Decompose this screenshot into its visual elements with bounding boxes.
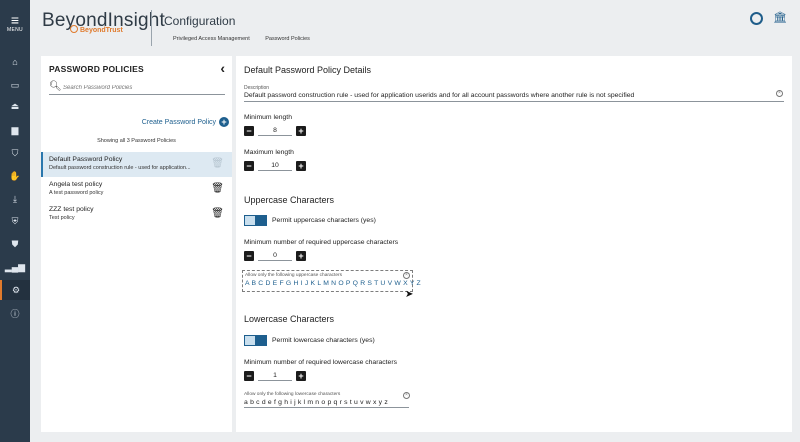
page-title: Configuration <box>164 14 236 28</box>
panel-title: PASSWORD POLICIES <box>49 64 144 74</box>
details-title: Default Password Policy Details <box>244 65 372 75</box>
description-field[interactable]: Default password construction rule - use… <box>244 92 784 102</box>
mouse-cursor-icon: ➤ <box>405 289 414 300</box>
hamburger-icon: ≡ <box>10 12 20 28</box>
toggle-knob <box>255 216 266 225</box>
lowercase-min-stepper: − 1 + <box>244 371 306 381</box>
uppercase-allowed-label: Allow only the following uppercase chara… <box>245 273 343 278</box>
eject-icon[interactable]: ⏏ <box>0 96 30 116</box>
increment-button[interactable]: + <box>296 251 306 261</box>
user-icon[interactable] <box>750 12 763 25</box>
toggle-knob <box>255 336 266 345</box>
clear-icon[interactable]: × <box>403 272 410 279</box>
uppercase-toggle[interactable]: Permit uppercase characters (yes) <box>244 215 376 226</box>
create-password-policy-button[interactable]: Create Password Policy + <box>142 117 229 127</box>
clear-icon[interactable]: × <box>403 392 410 399</box>
list-item[interactable]: ZZZ test policy Test policy 🗑 <box>41 202 232 227</box>
trash-icon[interactable]: 🗑 <box>211 208 224 219</box>
toggle-track <box>244 215 267 226</box>
collapse-chevron-icon[interactable]: ‹ <box>220 60 225 76</box>
search-icon: 🔍︎ <box>49 81 62 92</box>
uppercase-min-label: Minimum number of required uppercase cha… <box>244 239 399 246</box>
increment-button[interactable]: + <box>296 126 306 136</box>
policy-list: Default Password Policy Default password… <box>41 152 232 227</box>
create-policy-label: Create Password Policy <box>141 118 216 126</box>
breadcrumb: Privileged Access Management Password Po… <box>173 36 324 42</box>
uppercase-min-stepper: − 0 + <box>244 251 306 261</box>
policy-count-text: Showing all 3 Password Policies <box>97 138 176 144</box>
lowercase-section-title: Lowercase Characters <box>244 314 335 324</box>
increment-button[interactable]: + <box>296 161 306 171</box>
shield-list-icon[interactable]: ⛉ <box>0 143 30 163</box>
shield-icon[interactable]: ⛨ <box>0 211 30 231</box>
app-header: BeyondInsight BeyondTrust Configuration … <box>30 0 800 55</box>
bank-icon[interactable]: 🏛 <box>773 12 787 25</box>
configuration-icon[interactable]: ⚙ <box>0 280 30 300</box>
beyondtrust-logo-icon <box>70 25 78 33</box>
decrement-button[interactable]: − <box>244 126 254 136</box>
menu-button[interactable]: ≡ MENU <box>0 12 30 33</box>
search-input[interactable] <box>63 82 223 94</box>
uppercase-allowed-chars: A B C D E F G H I J K L M N O P Q R S T … <box>245 280 421 287</box>
policy-name: Angela test policy <box>49 181 103 188</box>
min-length-label: Minimum length <box>244 114 292 121</box>
list-item[interactable]: Angela test policy A test password polic… <box>41 177 232 202</box>
lowercase-allowed-label: Allow only the following lowercase chara… <box>244 392 341 397</box>
uppercase-min-input[interactable]: 0 <box>258 251 292 261</box>
menu-label: MENU <box>7 27 23 33</box>
header-divider <box>151 10 152 46</box>
uppercase-allowed-field[interactable]: Allow only the following uppercase chara… <box>242 270 421 292</box>
decrement-button[interactable]: − <box>244 251 254 261</box>
policy-description: Test policy <box>49 215 75 221</box>
home-icon[interactable]: ⌂ <box>0 52 30 72</box>
lowercase-allowed-chars: a b c d e f g h i j k l m n o p q r s t … <box>244 399 409 408</box>
monitor-icon[interactable]: ▭ <box>0 75 30 95</box>
breadcrumb-password-policies[interactable]: Password Policies <box>265 36 310 42</box>
trash-icon[interactable]: 🗑 <box>211 183 224 194</box>
uppercase-section-title: Uppercase Characters <box>244 195 335 205</box>
increment-button[interactable]: + <box>296 371 306 381</box>
max-length-stepper: − 10 + <box>244 161 306 171</box>
lowercase-min-label: Minimum number of required lowercase cha… <box>244 359 397 366</box>
brand-sub-label: BeyondTrust <box>80 27 123 34</box>
briefcase-icon[interactable]: ▆ <box>0 120 30 140</box>
badge-icon[interactable]: ⛊ <box>0 234 30 254</box>
min-length-stepper: − 8 + <box>244 126 306 136</box>
max-length-input[interactable]: 10 <box>258 161 292 171</box>
policy-list-panel: PASSWORD POLICIES ‹ 🔍︎ Create Password P… <box>41 56 232 432</box>
hand-icon[interactable]: ✋ <box>0 166 30 186</box>
policy-details-panel: Default Password Policy Details Descript… <box>236 56 792 432</box>
decrement-button[interactable]: − <box>244 371 254 381</box>
decrement-button[interactable]: − <box>244 161 254 171</box>
policy-name: ZZZ test policy <box>49 206 94 213</box>
policy-description: A test password policy <box>49 190 104 196</box>
clear-icon[interactable]: × <box>776 90 783 97</box>
header-icons: 🏛 <box>750 12 787 25</box>
min-length-input[interactable]: 8 <box>258 126 292 136</box>
nav-rail: ≡ MENU ⌂ ▭ ⏏ ▆ ⛉ ✋ ⤓ ⛨ ⛊ ▂▄▆ ⚙ ⓘ <box>0 0 30 442</box>
lowercase-min-input[interactable]: 1 <box>258 371 292 381</box>
bar-chart-icon[interactable]: ▂▄▆ <box>0 257 30 277</box>
policy-description: Default password construction rule - use… <box>49 165 191 171</box>
lowercase-toggle[interactable]: Permit lowercase characters (yes) <box>244 335 375 346</box>
lowercase-allowed-field[interactable]: Allow only the following lowercase chara… <box>242 390 413 412</box>
plus-circle-icon: + <box>219 117 229 127</box>
description-label: Description <box>244 85 270 91</box>
trash-icon[interactable]: 🗑 <box>211 158 224 169</box>
policy-name: Default Password Policy <box>49 156 123 163</box>
breadcrumb-pam[interactable]: Privileged Access Management <box>173 36 250 42</box>
max-length-label: Maximum length <box>244 149 294 156</box>
toggle-track <box>244 335 267 346</box>
uppercase-toggle-label: Permit uppercase characters (yes) <box>272 217 376 224</box>
beyondtrust-logo: BeyondTrust <box>70 25 123 34</box>
info-icon[interactable]: ⓘ <box>0 303 30 323</box>
search-field: 🔍︎ <box>49 81 225 95</box>
download-icon[interactable]: ⤓ <box>0 189 30 209</box>
lowercase-toggle-label: Permit lowercase characters (yes) <box>272 337 375 344</box>
list-item[interactable]: Default Password Policy Default password… <box>41 152 232 177</box>
